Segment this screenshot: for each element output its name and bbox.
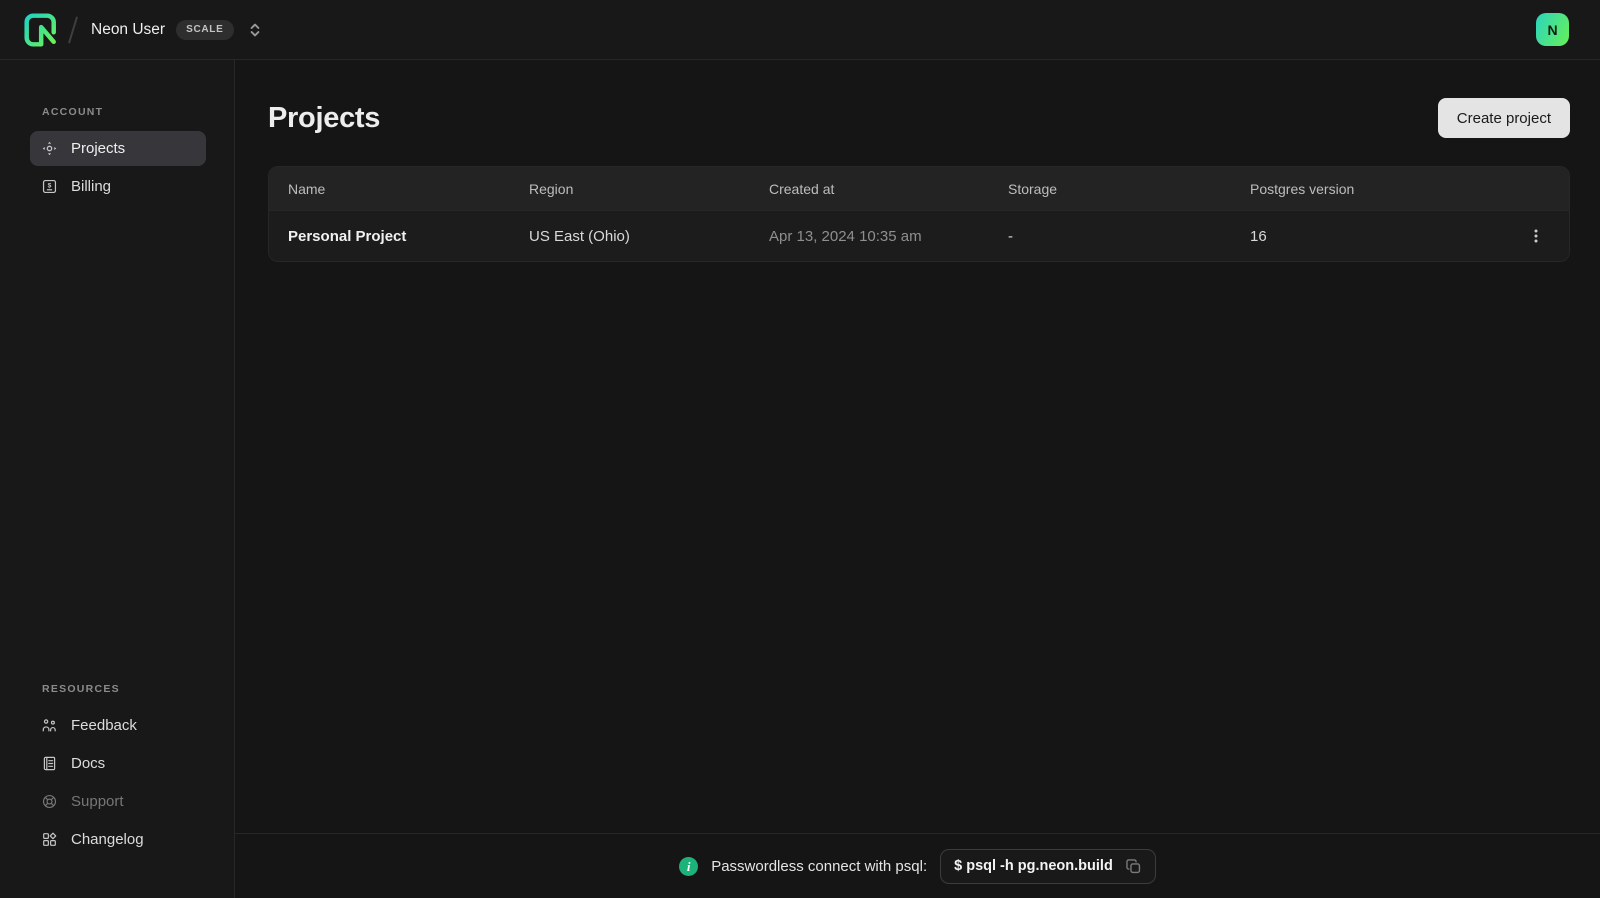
two-people-icon [40, 717, 58, 735]
column-header-storage: Storage [1008, 180, 1058, 197]
sidebar-item-label: Docs [71, 755, 106, 772]
user-avatar[interactable]: N [1536, 13, 1569, 46]
project-created-at: Apr 13, 2024 10:35 am [769, 227, 922, 245]
page-title: Projects [268, 101, 381, 134]
sidebar-item-label: Projects [71, 140, 126, 157]
passwordless-connect-label: Passwordless connect with psql: [711, 857, 928, 875]
column-header-created-at: Created at [769, 180, 835, 197]
project-region: US East (Ohio) [529, 227, 630, 245]
create-project-button[interactable]: Create project [1437, 98, 1570, 138]
sidebar: ACCOUNT Projects $ Billing RESOURCES Fee… [0, 60, 235, 898]
sidebar-item-label: Changelog [71, 831, 144, 848]
sidebar-section-account: ACCOUNT [42, 106, 104, 118]
sidebar-item-changelog[interactable]: Changelog [30, 822, 206, 857]
info-circle-icon: i [679, 856, 699, 876]
column-header-region: Region [529, 180, 574, 197]
org-name: Neon User [91, 20, 166, 38]
projects-table: Name Region Created at Storage Postgres … [268, 166, 1570, 262]
plan-badge: SCALE [176, 19, 234, 40]
app-shell: ACCOUNT Projects $ Billing RESOURCES Fee… [0, 60, 1600, 898]
document-lines-icon [40, 755, 58, 773]
svg-text:$: $ [47, 183, 51, 190]
chevron-up-down-icon[interactable] [248, 22, 262, 38]
sidebar-item-feedback[interactable]: Feedback [30, 708, 206, 743]
sidebar-item-docs[interactable]: Docs [30, 746, 206, 781]
sidebar-item-label: Billing [71, 178, 112, 195]
focus-target-icon [40, 140, 58, 158]
column-header-name: Name [288, 180, 326, 197]
sidebar-item-projects[interactable]: Projects [30, 131, 206, 166]
main-content: Projects Create project Name Region Crea… [235, 60, 1600, 898]
copy-icon[interactable] [1125, 858, 1142, 875]
breadcrumb-slash-divider [67, 15, 79, 44]
sidebar-item-support[interactable]: Support [30, 784, 206, 819]
project-postgres-version: 16 [1250, 227, 1267, 245]
sidebar-item-label: Support [71, 793, 124, 810]
sidebar-item-billing[interactable]: $ Billing [30, 169, 206, 204]
sidebar-section-resources: RESOURCES [42, 683, 120, 695]
table-row[interactable]: Personal Project US East (Ohio) Apr 13, … [269, 210, 1569, 261]
grid-squares-diamond-icon [40, 831, 58, 849]
column-header-postgres-version: Postgres version [1250, 180, 1355, 197]
project-storage: - [1008, 227, 1013, 245]
topbar: Neon User SCALE N [0, 0, 1600, 60]
footer-bar: i Passwordless connect with psql: $ psql… [235, 833, 1600, 898]
dollar-banknote-icon: $ [40, 178, 58, 196]
table-header-row: Name Region Created at Storage Postgres … [269, 167, 1569, 210]
psql-command-box[interactable]: $ psql -h pg.neon.build [940, 848, 1156, 884]
org-switcher[interactable]: Neon User SCALE [91, 19, 262, 40]
psql-command-text: $ psql -h pg.neon.build [954, 858, 1113, 874]
project-name[interactable]: Personal Project [269, 228, 510, 245]
neon-logo-icon[interactable] [23, 12, 59, 48]
sidebar-item-label: Feedback [71, 717, 137, 734]
lifebuoy-icon [40, 793, 58, 811]
row-actions-kebab-icon[interactable] [1521, 221, 1551, 251]
